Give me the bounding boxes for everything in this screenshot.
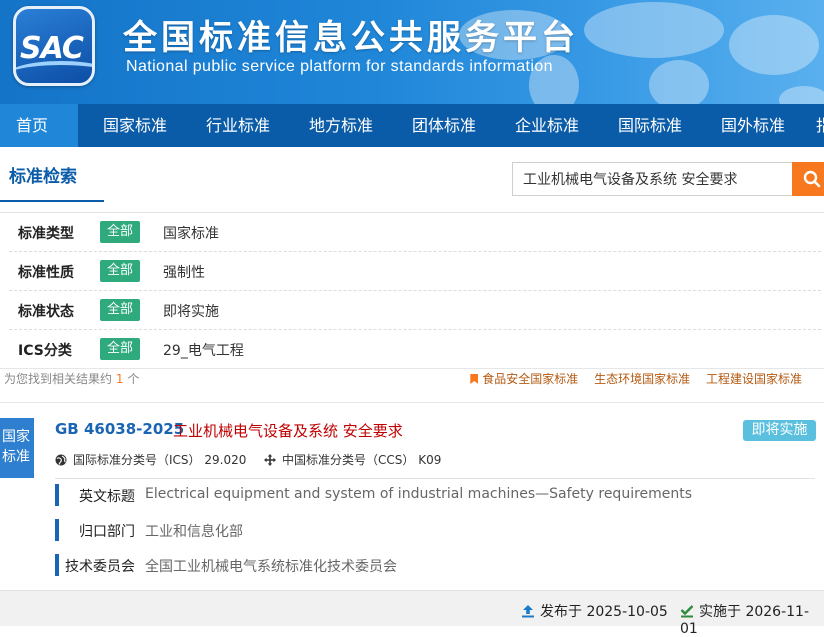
detail-value: 工业和信息化部 (145, 524, 243, 540)
filter-value[interactable]: 即将实施 (163, 301, 219, 321)
detail-english-title: 英文标题 Electrical equipment and system of … (55, 484, 815, 506)
standard-type-badge: 国家标准 (0, 418, 34, 478)
result-count-prefix: 为您找到相关结果约 (4, 372, 113, 386)
filter-label: 标准类型 (18, 226, 74, 242)
detail-bar (55, 519, 59, 541)
result-count-text: 为您找到相关结果约 1 个 (4, 370, 139, 387)
title-underline (0, 200, 104, 202)
result-card: 国家标准 GB 46038-2025 工业机械电气设备及系统 安全要求 即将实施… (0, 402, 824, 590)
detail-value: 全国工业机械电气系统标准化技术委员会 (145, 559, 397, 575)
filter-row-type: 标准类型 全部 国家标准 (9, 213, 821, 252)
check-icon (680, 605, 694, 618)
divider (55, 478, 815, 479)
search-title: 标准检索 (9, 167, 77, 187)
filter-row-status: 标准状态 全部 即将实施 (9, 291, 821, 330)
implement-date-text: 实施于 2026-11-01 (680, 604, 809, 637)
quick-link-construction[interactable]: 工程建设国家标准 (706, 372, 802, 386)
detail-department: 归口部门 工业和信息化部 (55, 519, 815, 541)
search-button[interactable] (792, 162, 824, 196)
nav-item-foreign[interactable]: 国外标准 (721, 104, 785, 147)
main-nav: 首页 国家标准 行业标准 地方标准 团体标准 企业标准 国际标准 国外标准 指 (0, 104, 824, 147)
detail-key: 技术委员会 (65, 559, 135, 575)
ccs-label: 中国标准分类号（CCS） (282, 453, 415, 467)
detail-value: Electrical equipment and system of indus… (145, 486, 693, 502)
site-banner: SAC 全国标准信息公共服务平台 National public service… (0, 0, 824, 104)
filter-value[interactable]: 29_电气工程 (163, 340, 244, 360)
result-count-suffix: 个 (127, 372, 140, 386)
nav-item-local[interactable]: 地方标准 (309, 104, 373, 147)
quick-link-food[interactable]: 食品安全国家标准 (470, 372, 578, 386)
site-title: 全国标准信息公共服务平台 (123, 18, 579, 58)
ics-label: 国际标准分类号（ICS） (73, 453, 201, 467)
detail-key: 英文标题 (79, 489, 135, 505)
standard-code[interactable]: GB 46038-2025 (55, 420, 184, 438)
globe-icon (55, 454, 67, 466)
nav-item-industry[interactable]: 行业标准 (206, 104, 270, 147)
nav-item-international[interactable]: 国际标准 (618, 104, 682, 147)
filter-row-ics: ICS分类 全部 29_电气工程 (9, 330, 821, 369)
detail-key: 归口部门 (79, 524, 135, 540)
filter-all-tag[interactable]: 全部 (100, 299, 140, 321)
quick-link-eco[interactable]: 生态环境国家标准 (594, 372, 690, 386)
publish-date-text: 发布于 2025-10-05 (540, 604, 668, 620)
move-arrows-icon (264, 454, 276, 466)
nav-item-home[interactable]: 首页 (0, 104, 78, 147)
nav-item-enterprise[interactable]: 企业标准 (515, 104, 579, 147)
result-summary: 为您找到相关结果约 1 个 食品安全国家标准 生态环境国家标准 工程建设国家标准 (0, 368, 824, 401)
result-footer: 发布于 2025-10-05 实施于 2026-11-01 (0, 590, 824, 637)
ccs-info: 中国标准分类号（CCS） K09 (264, 451, 441, 468)
ics-info: 国际标准分类号（ICS） 29.020 (55, 451, 246, 468)
result-count: 1 (115, 372, 124, 386)
filter-all-tag[interactable]: 全部 (100, 338, 140, 360)
nav-item-group[interactable]: 团体标准 (412, 104, 476, 147)
filter-value[interactable]: 强制性 (163, 262, 205, 282)
filter-all-tag[interactable]: 全部 (100, 260, 140, 282)
upload-icon (522, 605, 534, 618)
search-input[interactable] (512, 162, 793, 196)
standard-name[interactable]: 工业机械电气设备及系统 安全要求 (173, 420, 403, 441)
filter-row-nature: 标准性质 全部 强制性 (9, 252, 821, 291)
filter-label: ICS分类 (18, 343, 72, 359)
detail-committee: 技术委员会 全国工业机械电气系统标准化技术委员会 (55, 554, 815, 576)
ics-value: 29.020 (204, 453, 247, 467)
search-header: 标准检索 (0, 147, 824, 213)
status-badge: 即将实施 (743, 420, 816, 441)
nav-item-more[interactable]: 指 (816, 104, 824, 147)
bookmark-icon (470, 374, 479, 384)
quick-links: 食品安全国家标准 生态环境国家标准 工程建设国家标准 (458, 370, 802, 387)
filter-panel: 标准类型 全部 国家标准 标准性质 全部 强制性 标准状态 全部 即将实施 IC… (9, 213, 821, 369)
filter-label: 标准状态 (18, 304, 74, 320)
filter-value[interactable]: 国家标准 (163, 223, 219, 243)
logo-text: SAC (20, 31, 84, 66)
site-subtitle: National public service platform for sta… (126, 58, 553, 75)
detail-bar (55, 554, 59, 576)
sac-logo[interactable]: SAC (13, 6, 95, 86)
filter-all-tag[interactable]: 全部 (100, 221, 140, 243)
nav-item-national[interactable]: 国家标准 (103, 104, 167, 147)
detail-bar (55, 484, 59, 506)
filter-label: 标准性质 (18, 265, 74, 281)
implement-date: 实施于 2026-11-01 (680, 601, 824, 637)
publish-date: 发布于 2025-10-05 (521, 601, 668, 621)
search-icon (803, 170, 821, 188)
ccs-value: K09 (418, 453, 442, 467)
